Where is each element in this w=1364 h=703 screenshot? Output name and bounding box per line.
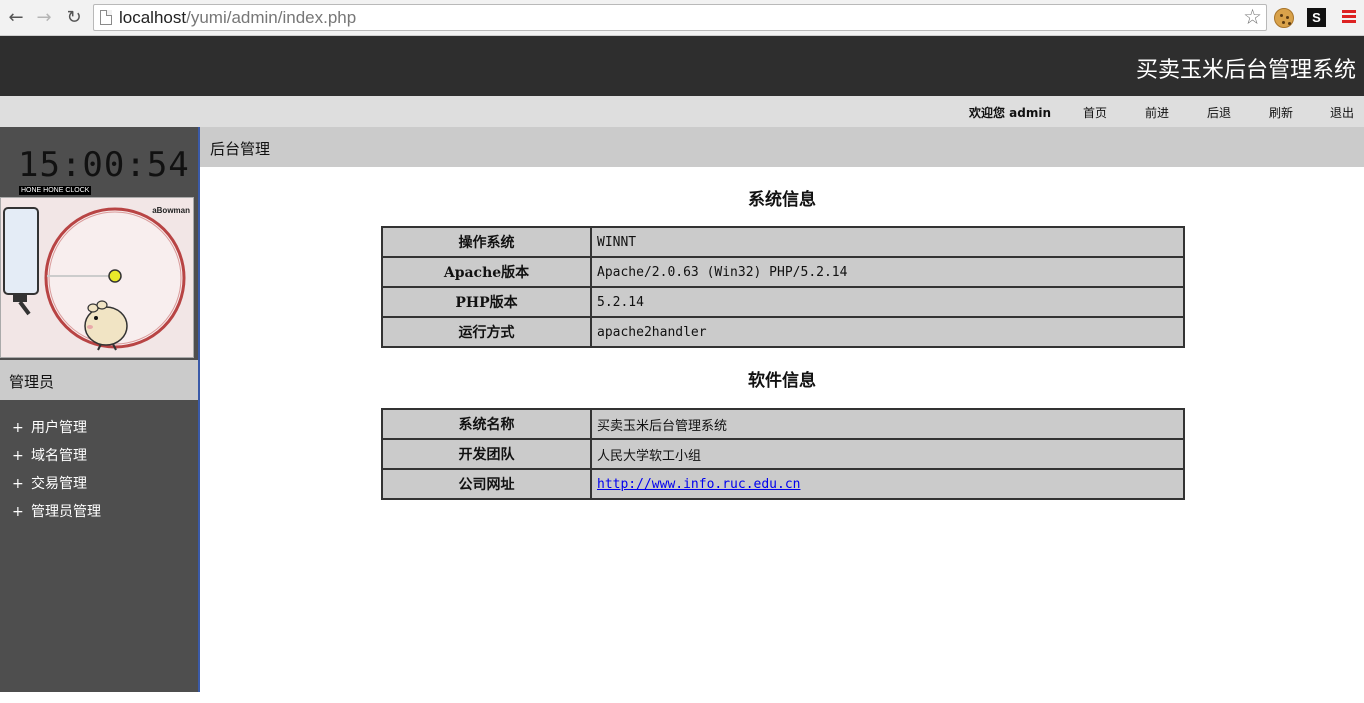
nav-link-refresh[interactable]: 刷新: [1269, 104, 1293, 121]
table-value: apache2handler: [590, 316, 1185, 348]
sidebar-item-label: 用户管理: [31, 420, 87, 436]
table-value: http://www.info.ruc.edu.cn: [590, 468, 1185, 500]
content-title: 后台管理: [210, 140, 271, 158]
table-row: 系统名称 买卖玉米后台管理系统: [381, 408, 1185, 440]
expand-plus-icon: +: [12, 420, 24, 436]
table-value: WINNT: [590, 226, 1185, 258]
table-row: 开发团队 人民大学软工小组: [381, 438, 1185, 470]
table-row: 运行方式 apache2handler: [381, 316, 1185, 348]
sidebar-item-admin-management[interactable]: + 管理员管理: [0, 499, 198, 527]
table-value: Apache/2.0.63 (Win32) PHP/5.2.14: [590, 256, 1185, 288]
table-key: PHP版本: [381, 286, 592, 318]
table-key: Apache版本: [381, 256, 592, 288]
address-bar[interactable]: localhost/yumi/admin/index.php ☆: [93, 4, 1267, 31]
table-key: 系统名称: [381, 408, 592, 440]
table-key: 开发团队: [381, 438, 592, 470]
table-row: 操作系统 WINNT: [381, 226, 1185, 258]
clock-time: 15:00:54: [18, 145, 190, 185]
page-icon: [100, 10, 112, 25]
expand-plus-icon: +: [12, 476, 24, 492]
content-header: 后台管理: [200, 127, 1364, 167]
table-key: 公司网址: [381, 468, 592, 500]
table-key: 运行方式: [381, 316, 592, 348]
sidebar-item-label: 交易管理: [31, 476, 87, 492]
table-key: 操作系统: [381, 226, 592, 258]
expand-plus-icon: +: [12, 448, 24, 464]
forward-arrow-icon[interactable]: →: [32, 6, 56, 30]
main-content: 后台管理 系统信息 操作系统 WINNT Apache版本 Apache/2.0…: [200, 127, 1364, 703]
hamster-wheel-icon: [3, 207, 186, 351]
sidebar-menu: + 用户管理 + 域名管理 + 交易管理 + 管理员管理: [0, 415, 198, 527]
table-row: PHP版本 5.2.14: [381, 286, 1185, 318]
system-info-heading: 系统信息: [748, 190, 816, 210]
clock-widget: 15:00:54 HONE HONE CLOCK aBowman: [0, 127, 198, 360]
hamster-brand: aBowman: [152, 206, 190, 215]
sidebar: 15:00:54 HONE HONE CLOCK aBowman 管理员 + 用…: [0, 127, 200, 692]
nav-link-home[interactable]: 首页: [1083, 104, 1107, 121]
sidebar-item-label: 管理员管理: [31, 504, 101, 520]
table-value: 人民大学软工小组: [590, 438, 1185, 470]
sidebar-item-trade-management[interactable]: + 交易管理: [0, 471, 198, 499]
system-info-table: 操作系统 WINNT Apache版本 Apache/2.0.63 (Win32…: [381, 226, 1185, 348]
admin-section-header: 管理员: [0, 360, 198, 400]
back-arrow-icon[interactable]: ←: [4, 6, 28, 30]
software-info-table: 系统名称 买卖玉米后台管理系统 开发团队 人民大学软工小组 公司网址 http:…: [381, 408, 1185, 500]
bookmark-star-icon[interactable]: ☆: [1243, 5, 1262, 30]
app-title: 买卖玉米后台管理系统: [1135, 58, 1356, 83]
url-host: localhost: [119, 8, 187, 27]
browser-toolbar: ← → ↻ localhost/yumi/admin/index.php ☆ S: [0, 0, 1364, 36]
s-extension-icon[interactable]: S: [1307, 8, 1326, 27]
nav-link-logout[interactable]: 退出: [1330, 104, 1354, 121]
cookie-extension-icon[interactable]: [1274, 8, 1294, 28]
reload-icon[interactable]: ↻: [62, 6, 86, 30]
top-nav-bar: 欢迎您 admin 首页 前进 后退 刷新 退出: [0, 96, 1364, 127]
company-website-link[interactable]: http://www.info.ruc.edu.cn: [597, 477, 801, 492]
nav-link-back[interactable]: 后退: [1207, 104, 1231, 121]
table-row: Apache版本 Apache/2.0.63 (Win32) PHP/5.2.1…: [381, 256, 1185, 288]
browser-menu-icon[interactable]: [1342, 10, 1356, 24]
expand-plus-icon: +: [12, 504, 24, 520]
nav-link-forward[interactable]: 前进: [1145, 104, 1169, 121]
hamster-wheel-animation: aBowman: [0, 197, 194, 358]
sidebar-item-user-management[interactable]: + 用户管理: [0, 415, 198, 443]
table-value: 买卖玉米后台管理系统: [590, 408, 1185, 440]
admin-label: 管理员: [9, 373, 55, 391]
table-value: 5.2.14: [590, 286, 1185, 318]
app-header: 买卖玉米后台管理系统: [0, 36, 1364, 96]
welcome-text: 欢迎您 admin: [969, 106, 1052, 120]
table-row: 公司网址 http://www.info.ruc.edu.cn: [381, 468, 1185, 500]
url-text[interactable]: localhost/yumi/admin/index.php: [119, 8, 356, 28]
clock-label: HONE HONE CLOCK: [19, 186, 92, 195]
software-info-heading: 软件信息: [748, 371, 816, 391]
url-path: /yumi/admin/index.php: [186, 8, 357, 27]
sidebar-item-domain-management[interactable]: + 域名管理: [0, 443, 198, 471]
sidebar-item-label: 域名管理: [31, 448, 87, 464]
